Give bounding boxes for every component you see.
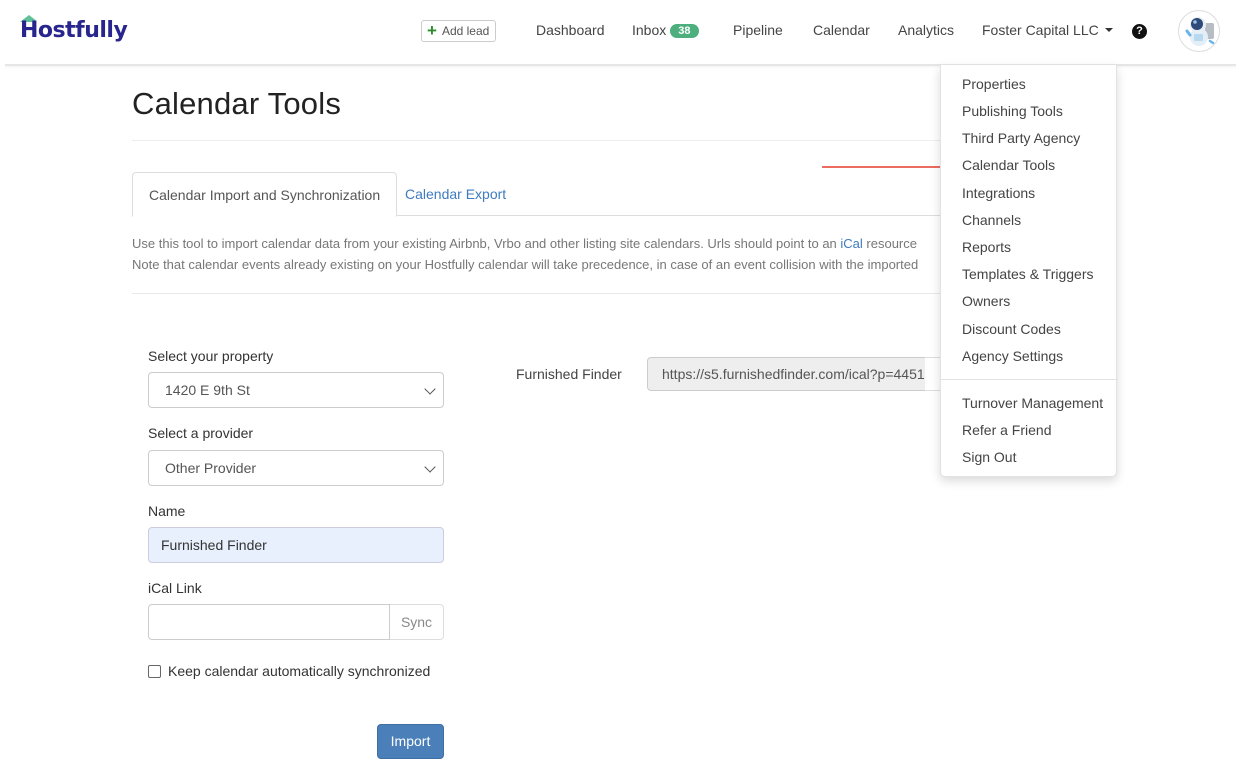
nav-dashboard[interactable]: Dashboard: [536, 22, 605, 38]
tab-calendar-export[interactable]: Calendar Export: [389, 172, 522, 216]
account-name: Foster Capital LLC: [982, 22, 1099, 38]
account-menu-toggle[interactable]: Foster Capital LLC: [982, 22, 1113, 38]
hostfully-logo[interactable]: Hostfully: [20, 15, 130, 49]
auto-sync-checkbox[interactable]: [148, 664, 161, 678]
provider-select-value: Other Provider: [165, 460, 257, 476]
auto-sync-label: Keep calendar automatically synchronized: [168, 663, 431, 679]
description-line-1: Use this tool to import calendar data fr…: [132, 236, 917, 251]
question-circle-icon[interactable]: ?: [1132, 24, 1147, 39]
tab-calendar-import[interactable]: Calendar Import and Synchronization: [132, 172, 398, 217]
description-line-2: Note that calendar events already existi…: [132, 257, 919, 272]
import-description: Use this tool to import calendar data fr…: [132, 233, 940, 275]
property-select-value: 1420 E 9th St: [165, 382, 250, 398]
ical-link-input[interactable]: [148, 604, 390, 640]
name-label: Name: [148, 503, 186, 519]
menu-item-sign-out[interactable]: Sign Out: [962, 449, 1016, 465]
logo-text: Hostfully: [20, 18, 128, 43]
property-select[interactable]: 1420 E 9th St: [148, 372, 444, 408]
ical-link[interactable]: iCal: [840, 236, 862, 251]
top-navbar: Hostfully + Add lead Dashboard Inbox 38 P…: [0, 0, 1236, 65]
chevron-down-icon: [424, 461, 436, 473]
menu-divider: [941, 379, 1118, 380]
nav-analytics[interactable]: Analytics: [898, 22, 954, 38]
ical-link-group: Sync: [148, 604, 444, 640]
ical-link-label: iCal Link: [148, 580, 202, 596]
nav-inbox[interactable]: Inbox 38: [632, 22, 699, 38]
menu-item-calendar-tools[interactable]: Calendar Tools: [962, 157, 1055, 173]
menu-item-third-party-agency[interactable]: Third Party Agency: [962, 130, 1080, 146]
page-title: Calendar Tools: [132, 86, 342, 121]
add-lead-label: Add lead: [441, 24, 490, 38]
menu-item-templates-triggers[interactable]: Templates & Triggers: [962, 266, 1094, 282]
inbox-count-badge: 38: [670, 24, 699, 38]
menu-item-properties[interactable]: Properties: [962, 76, 1026, 92]
sync-button[interactable]: Sync: [390, 604, 444, 640]
account-dropdown-menu: Properties Publishing Tools Third Party …: [940, 65, 1118, 477]
menu-item-owners[interactable]: Owners: [962, 293, 1010, 309]
plus-icon: +: [427, 20, 437, 40]
menu-item-turnover-management[interactable]: Turnover Management: [962, 395, 1103, 411]
title-divider: [132, 140, 940, 141]
avatar[interactable]: [1178, 10, 1220, 52]
nav-inbox-label: Inbox: [632, 22, 667, 38]
import-button[interactable]: Import: [377, 724, 444, 759]
menu-item-refer-a-friend[interactable]: Refer a Friend: [962, 422, 1051, 438]
name-input[interactable]: Furnished Finder: [148, 527, 444, 563]
astronaut-icon: [1185, 17, 1215, 46]
menu-item-integrations[interactable]: Integrations: [962, 185, 1035, 201]
calendar-tabs: Calendar Import and Synchronization Cale…: [132, 172, 940, 217]
nav-pipeline[interactable]: Pipeline: [733, 22, 783, 38]
add-lead-button[interactable]: + Add lead: [421, 20, 497, 42]
auto-sync-option[interactable]: Keep calendar automatically synchronized: [148, 663, 430, 679]
feed-url-field[interactable]: https://s5.furnishedfinder.com/ical?p=44…: [647, 357, 926, 391]
annotation-arrow-icon: [822, 162, 953, 172]
menu-item-discount-codes[interactable]: Discount Codes: [962, 321, 1061, 337]
feed-name: Furnished Finder: [516, 366, 622, 382]
chevron-down-icon: [424, 383, 436, 395]
nav-calendar[interactable]: Calendar: [813, 22, 870, 38]
menu-item-channels[interactable]: Channels: [962, 212, 1021, 228]
menu-item-publishing-tools[interactable]: Publishing Tools: [962, 103, 1063, 119]
property-label: Select your property: [148, 348, 274, 364]
provider-select[interactable]: Other Provider: [148, 450, 444, 486]
menu-item-agency-settings[interactable]: Agency Settings: [962, 348, 1063, 364]
menu-item-reports[interactable]: Reports: [962, 239, 1011, 255]
description-divider: [132, 293, 940, 294]
provider-label: Select a provider: [148, 425, 254, 441]
caret-down-icon: [1104, 28, 1113, 32]
